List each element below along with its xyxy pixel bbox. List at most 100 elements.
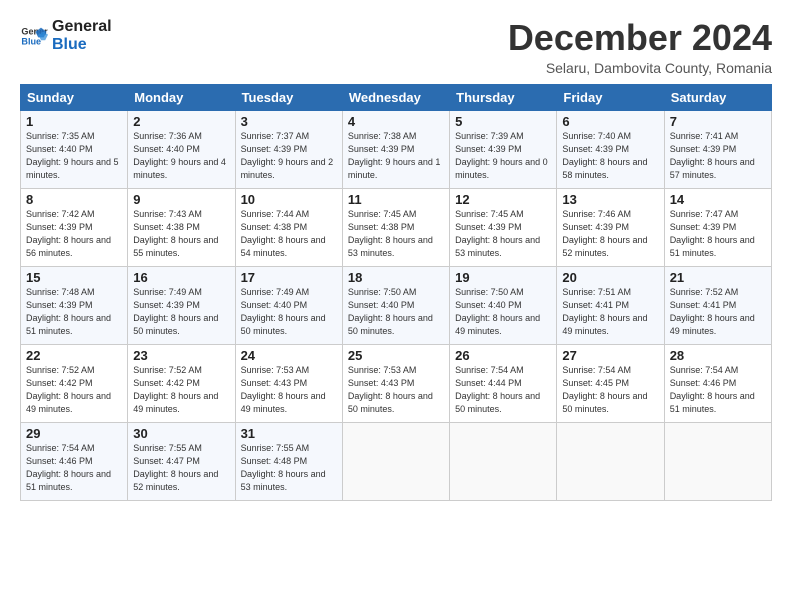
day-number: 18	[348, 270, 444, 285]
svg-text:Blue: Blue	[21, 37, 41, 47]
day-number: 31	[241, 426, 337, 441]
day-detail: Sunrise: 7:45 AMSunset: 4:39 PMDaylight:…	[455, 209, 540, 258]
day-detail: Sunrise: 7:49 AMSunset: 4:40 PMDaylight:…	[241, 287, 326, 336]
day-cell	[450, 422, 557, 500]
day-detail: Sunrise: 7:38 AMSunset: 4:39 PMDaylight:…	[348, 131, 441, 180]
header-cell-tuesday: Tuesday	[235, 84, 342, 110]
day-detail: Sunrise: 7:35 AMSunset: 4:40 PMDaylight:…	[26, 131, 119, 180]
day-number: 23	[133, 348, 229, 363]
day-cell: 23 Sunrise: 7:52 AMSunset: 4:42 PMDayligh…	[128, 344, 235, 422]
day-cell: 20 Sunrise: 7:51 AMSunset: 4:41 PMDayligh…	[557, 266, 664, 344]
day-detail: Sunrise: 7:53 AMSunset: 4:43 PMDaylight:…	[348, 365, 433, 414]
day-number: 15	[26, 270, 122, 285]
week-row-5: 29Sunrise: 7:54 AMSunset: 4:46 PMDayligh…	[21, 422, 772, 500]
header-cell-saturday: Saturday	[664, 84, 771, 110]
day-detail: Sunrise: 7:51 AMSunset: 4:41 PMDaylight:…	[562, 287, 647, 336]
day-cell: 4Sunrise: 7:38 AMSunset: 4:39 PMDaylight…	[342, 110, 449, 188]
calendar-title: December 2024	[508, 18, 772, 58]
day-number: 17	[241, 270, 337, 285]
calendar-header-row: SundayMondayTuesdayWednesdayThursdayFrid…	[21, 84, 772, 110]
day-number: 19	[455, 270, 551, 285]
day-cell: 14 Sunrise: 7:47 AMSunset: 4:39 PMDayligh…	[664, 188, 771, 266]
day-cell: 10 Sunrise: 7:44 AMSunset: 4:38 PMDayligh…	[235, 188, 342, 266]
day-detail: Sunrise: 7:36 AMSunset: 4:40 PMDaylight:…	[133, 131, 226, 180]
day-cell: 31Sunrise: 7:55 AMSunset: 4:48 PMDayligh…	[235, 422, 342, 500]
week-row-4: 22 Sunrise: 7:52 AMSunset: 4:42 PMDayligh…	[21, 344, 772, 422]
day-cell: 29Sunrise: 7:54 AMSunset: 4:46 PMDayligh…	[21, 422, 128, 500]
day-detail: Sunrise: 7:52 AMSunset: 4:42 PMDaylight:…	[133, 365, 218, 414]
day-number: 16	[133, 270, 229, 285]
day-cell: 13Sunrise: 7:46 AMSunset: 4:39 PMDayligh…	[557, 188, 664, 266]
calendar-table: SundayMondayTuesdayWednesdayThursdayFrid…	[20, 84, 772, 501]
day-number: 7	[670, 114, 766, 129]
day-detail: Sunrise: 7:45 AMSunset: 4:38 PMDaylight:…	[348, 209, 433, 258]
logo: General Blue General Blue	[20, 18, 112, 55]
day-number: 26	[455, 348, 551, 363]
day-cell: 27 Sunrise: 7:54 AMSunset: 4:45 PMDayligh…	[557, 344, 664, 422]
day-detail: Sunrise: 7:44 AMSunset: 4:38 PMDaylight:…	[241, 209, 326, 258]
day-number: 27	[562, 348, 658, 363]
calendar-subtitle: Selaru, Dambovita County, Romania	[508, 60, 772, 76]
day-cell: 12 Sunrise: 7:45 AMSunset: 4:39 PMDayligh…	[450, 188, 557, 266]
day-detail: Sunrise: 7:41 AMSunset: 4:39 PMDaylight:…	[670, 131, 755, 180]
day-number: 3	[241, 114, 337, 129]
day-detail: Sunrise: 7:54 AMSunset: 4:46 PMDaylight:…	[26, 443, 111, 492]
day-cell: 26 Sunrise: 7:54 AMSunset: 4:44 PMDayligh…	[450, 344, 557, 422]
day-number: 10	[241, 192, 337, 207]
header-cell-sunday: Sunday	[21, 84, 128, 110]
day-detail: Sunrise: 7:54 AMSunset: 4:44 PMDaylight:…	[455, 365, 540, 414]
day-detail: Sunrise: 7:47 AMSunset: 4:39 PMDaylight:…	[670, 209, 755, 258]
week-row-2: 8 Sunrise: 7:42 AMSunset: 4:39 PMDaylight…	[21, 188, 772, 266]
day-number: 21	[670, 270, 766, 285]
day-detail: Sunrise: 7:43 AMSunset: 4:38 PMDaylight:…	[133, 209, 218, 258]
day-detail: Sunrise: 7:50 AMSunset: 4:40 PMDaylight:…	[455, 287, 540, 336]
logo-icon: General Blue	[20, 22, 48, 50]
day-detail: Sunrise: 7:52 AMSunset: 4:42 PMDaylight:…	[26, 365, 111, 414]
day-detail: Sunrise: 7:53 AMSunset: 4:43 PMDaylight:…	[241, 365, 326, 414]
day-cell: 16 Sunrise: 7:49 AMSunset: 4:39 PMDayligh…	[128, 266, 235, 344]
day-number: 8	[26, 192, 122, 207]
header-cell-friday: Friday	[557, 84, 664, 110]
day-number: 5	[455, 114, 551, 129]
day-cell: 17 Sunrise: 7:49 AMSunset: 4:40 PMDayligh…	[235, 266, 342, 344]
day-number: 14	[670, 192, 766, 207]
day-detail: Sunrise: 7:49 AMSunset: 4:39 PMDaylight:…	[133, 287, 218, 336]
calendar-body: 1 Sunrise: 7:35 AMSunset: 4:40 PMDaylight…	[21, 110, 772, 500]
day-cell: 21 Sunrise: 7:52 AMSunset: 4:41 PMDayligh…	[664, 266, 771, 344]
day-cell: 9Sunrise: 7:43 AMSunset: 4:38 PMDaylight…	[128, 188, 235, 266]
day-cell: 7 Sunrise: 7:41 AMSunset: 4:39 PMDaylight…	[664, 110, 771, 188]
day-detail: Sunrise: 7:48 AMSunset: 4:39 PMDaylight:…	[26, 287, 111, 336]
day-cell	[342, 422, 449, 500]
day-detail: Sunrise: 7:54 AMSunset: 4:45 PMDaylight:…	[562, 365, 647, 414]
day-cell: 2 Sunrise: 7:36 AMSunset: 4:40 PMDaylight…	[128, 110, 235, 188]
day-cell: 8 Sunrise: 7:42 AMSunset: 4:39 PMDaylight…	[21, 188, 128, 266]
day-number: 11	[348, 192, 444, 207]
day-cell: 15 Sunrise: 7:48 AMSunset: 4:39 PMDayligh…	[21, 266, 128, 344]
day-cell	[664, 422, 771, 500]
header-cell-monday: Monday	[128, 84, 235, 110]
day-cell: 18Sunrise: 7:50 AMSunset: 4:40 PMDayligh…	[342, 266, 449, 344]
day-detail: Sunrise: 7:52 AMSunset: 4:41 PMDaylight:…	[670, 287, 755, 336]
day-number: 1	[26, 114, 122, 129]
day-cell: 28 Sunrise: 7:54 AMSunset: 4:46 PMDayligh…	[664, 344, 771, 422]
day-number: 12	[455, 192, 551, 207]
day-detail: Sunrise: 7:37 AMSunset: 4:39 PMDaylight:…	[241, 131, 334, 180]
day-cell: 3 Sunrise: 7:37 AMSunset: 4:39 PMDaylight…	[235, 110, 342, 188]
day-detail: Sunrise: 7:40 AMSunset: 4:39 PMDaylight:…	[562, 131, 647, 180]
day-detail: Sunrise: 7:39 AMSunset: 4:39 PMDaylight:…	[455, 131, 548, 180]
day-number: 24	[241, 348, 337, 363]
day-number: 2	[133, 114, 229, 129]
day-number: 20	[562, 270, 658, 285]
logo-line1: General	[52, 18, 112, 36]
day-cell: 19 Sunrise: 7:50 AMSunset: 4:40 PMDayligh…	[450, 266, 557, 344]
day-number: 6	[562, 114, 658, 129]
day-number: 28	[670, 348, 766, 363]
header: General Blue General Blue December 2024 …	[20, 18, 772, 76]
day-detail: Sunrise: 7:42 AMSunset: 4:39 PMDaylight:…	[26, 209, 111, 258]
week-row-3: 15 Sunrise: 7:48 AMSunset: 4:39 PMDayligh…	[21, 266, 772, 344]
page: General Blue General Blue December 2024 …	[0, 0, 792, 612]
day-number: 22	[26, 348, 122, 363]
day-cell: 1 Sunrise: 7:35 AMSunset: 4:40 PMDaylight…	[21, 110, 128, 188]
day-cell: 22 Sunrise: 7:52 AMSunset: 4:42 PMDayligh…	[21, 344, 128, 422]
day-detail: Sunrise: 7:54 AMSunset: 4:46 PMDaylight:…	[670, 365, 755, 414]
